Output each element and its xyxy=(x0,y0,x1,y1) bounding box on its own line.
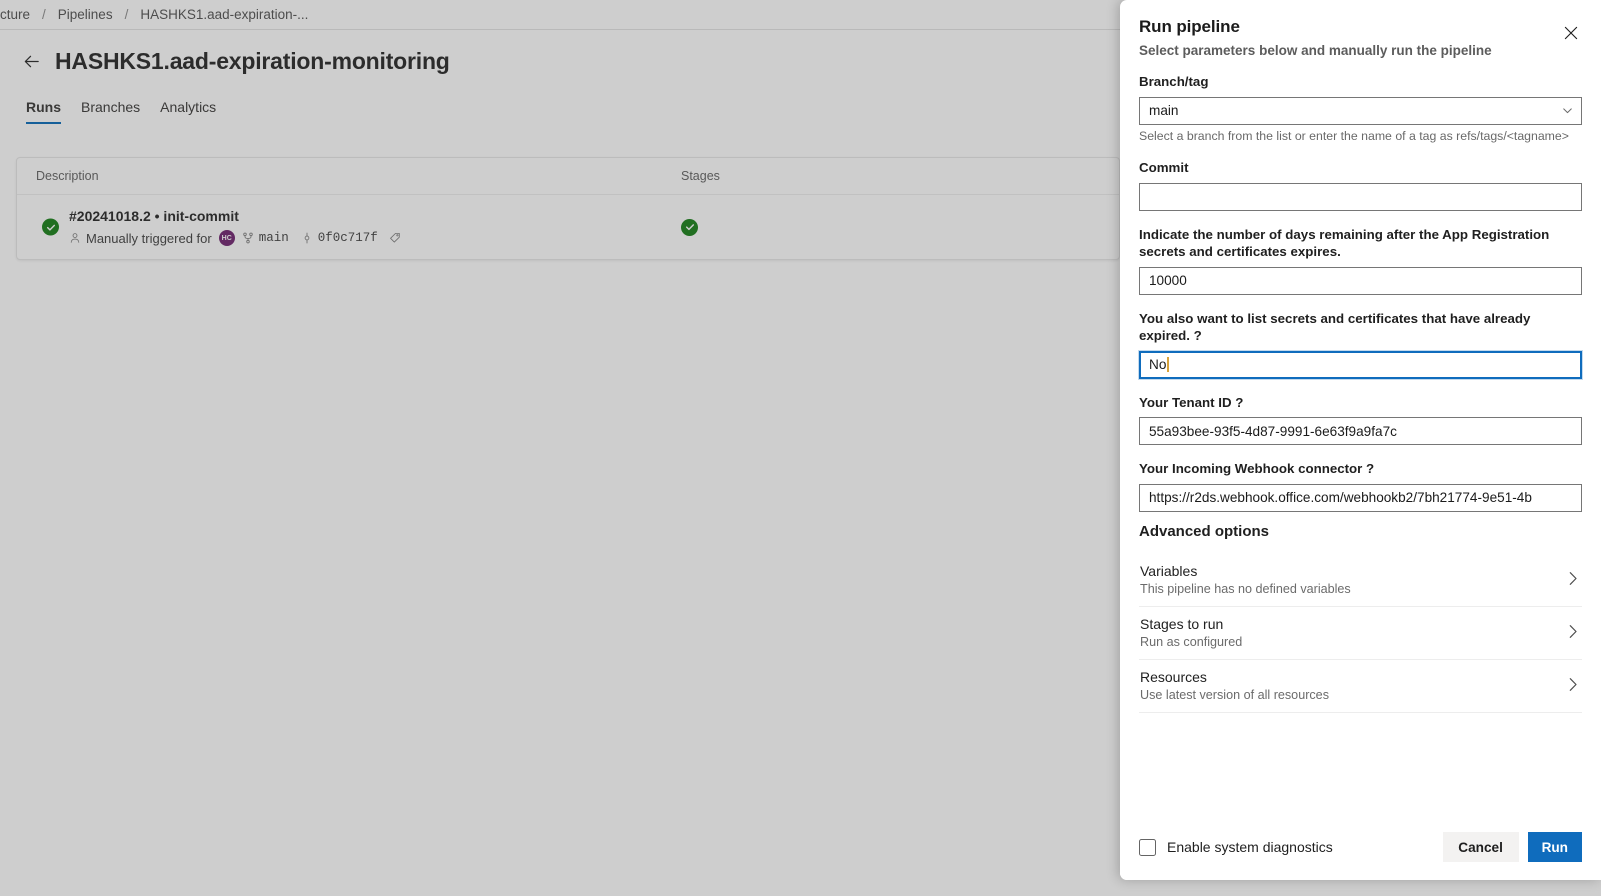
tenant-id-input[interactable]: 55a93bee-93f5-4d87-9991-6e63f9a9fa7c xyxy=(1139,417,1582,445)
advanced-item-title: Resources xyxy=(1140,669,1556,685)
field-label: Your Incoming Webhook connector ? xyxy=(1139,460,1582,478)
run-pipeline-panel: Run pipeline Select parameters below and… xyxy=(1120,0,1601,880)
branch-tag-select[interactable]: main xyxy=(1139,97,1582,125)
chevron-right-icon xyxy=(1569,571,1578,588)
field-label: Commit xyxy=(1139,159,1582,177)
run-button[interactable]: Run xyxy=(1528,832,1582,862)
field-label: Indicate the number of days remaining af… xyxy=(1139,226,1582,261)
cancel-button[interactable]: Cancel xyxy=(1443,832,1519,862)
panel-title: Run pipeline xyxy=(1139,17,1582,37)
panel-header: Run pipeline Select parameters below and… xyxy=(1139,0,1582,58)
chevron-right-icon xyxy=(1569,677,1578,694)
field-webhook: Your Incoming Webhook connector ? https:… xyxy=(1139,460,1582,512)
text-caret xyxy=(1167,357,1169,372)
field-branch-tag: Branch/tag main Select a branch from the… xyxy=(1139,73,1582,144)
branch-tag-hint: Select a branch from the list or enter t… xyxy=(1139,128,1582,145)
days-remaining-value: 10000 xyxy=(1149,273,1187,288)
field-label: You also want to list secrets and certif… xyxy=(1139,310,1582,345)
panel-subtitle: Select parameters below and manually run… xyxy=(1139,43,1582,58)
advanced-item-stages-to-run[interactable]: Stages to run Run as configured xyxy=(1139,607,1582,660)
field-tenant-id: Your Tenant ID ? 55a93bee-93f5-4d87-9991… xyxy=(1139,394,1582,446)
list-expired-value: No xyxy=(1149,357,1166,372)
panel-body: Run pipeline Select parameters below and… xyxy=(1120,0,1601,814)
advanced-item-subtitle: Use latest version of all resources xyxy=(1140,688,1556,702)
chevron-right-icon xyxy=(1569,624,1578,641)
close-icon[interactable] xyxy=(1558,20,1584,46)
advanced-item-subtitle: This pipeline has no defined variables xyxy=(1140,582,1556,596)
webhook-input[interactable]: https://r2ds.webhook.office.com/webhookb… xyxy=(1139,484,1582,512)
advanced-options-list: Variables This pipeline has no defined v… xyxy=(1139,554,1582,713)
advanced-item-title: Stages to run xyxy=(1140,616,1556,632)
advanced-item-subtitle: Run as configured xyxy=(1140,635,1556,649)
advanced-options-title: Advanced options xyxy=(1139,523,1582,540)
field-label: Branch/tag xyxy=(1139,73,1582,91)
footer-actions: Cancel Run xyxy=(1443,832,1582,862)
commit-input[interactable] xyxy=(1139,183,1582,211)
branch-tag-value: main xyxy=(1149,103,1178,118)
list-expired-input[interactable]: No xyxy=(1139,351,1582,379)
chevron-down-icon xyxy=(1563,106,1572,115)
days-remaining-input[interactable]: 10000 xyxy=(1139,267,1582,295)
tenant-id-value: 55a93bee-93f5-4d87-9991-6e63f9a9fa7c xyxy=(1149,424,1397,439)
advanced-item-variables[interactable]: Variables This pipeline has no defined v… xyxy=(1139,554,1582,607)
diagnostics-label: Enable system diagnostics xyxy=(1167,839,1333,855)
advanced-item-title: Variables xyxy=(1140,563,1556,579)
field-days-remaining: Indicate the number of days remaining af… xyxy=(1139,226,1582,295)
advanced-item-resources[interactable]: Resources Use latest version of all reso… xyxy=(1139,660,1582,713)
diagnostics-checkbox[interactable] xyxy=(1139,839,1156,856)
field-commit: Commit xyxy=(1139,159,1582,211)
field-list-expired: You also want to list secrets and certif… xyxy=(1139,310,1582,379)
panel-footer: Enable system diagnostics Cancel Run xyxy=(1120,814,1601,880)
field-label: Your Tenant ID ? xyxy=(1139,394,1582,412)
diagnostics-checkbox-group[interactable]: Enable system diagnostics xyxy=(1139,839,1333,856)
webhook-value: https://r2ds.webhook.office.com/webhookb… xyxy=(1149,490,1532,505)
